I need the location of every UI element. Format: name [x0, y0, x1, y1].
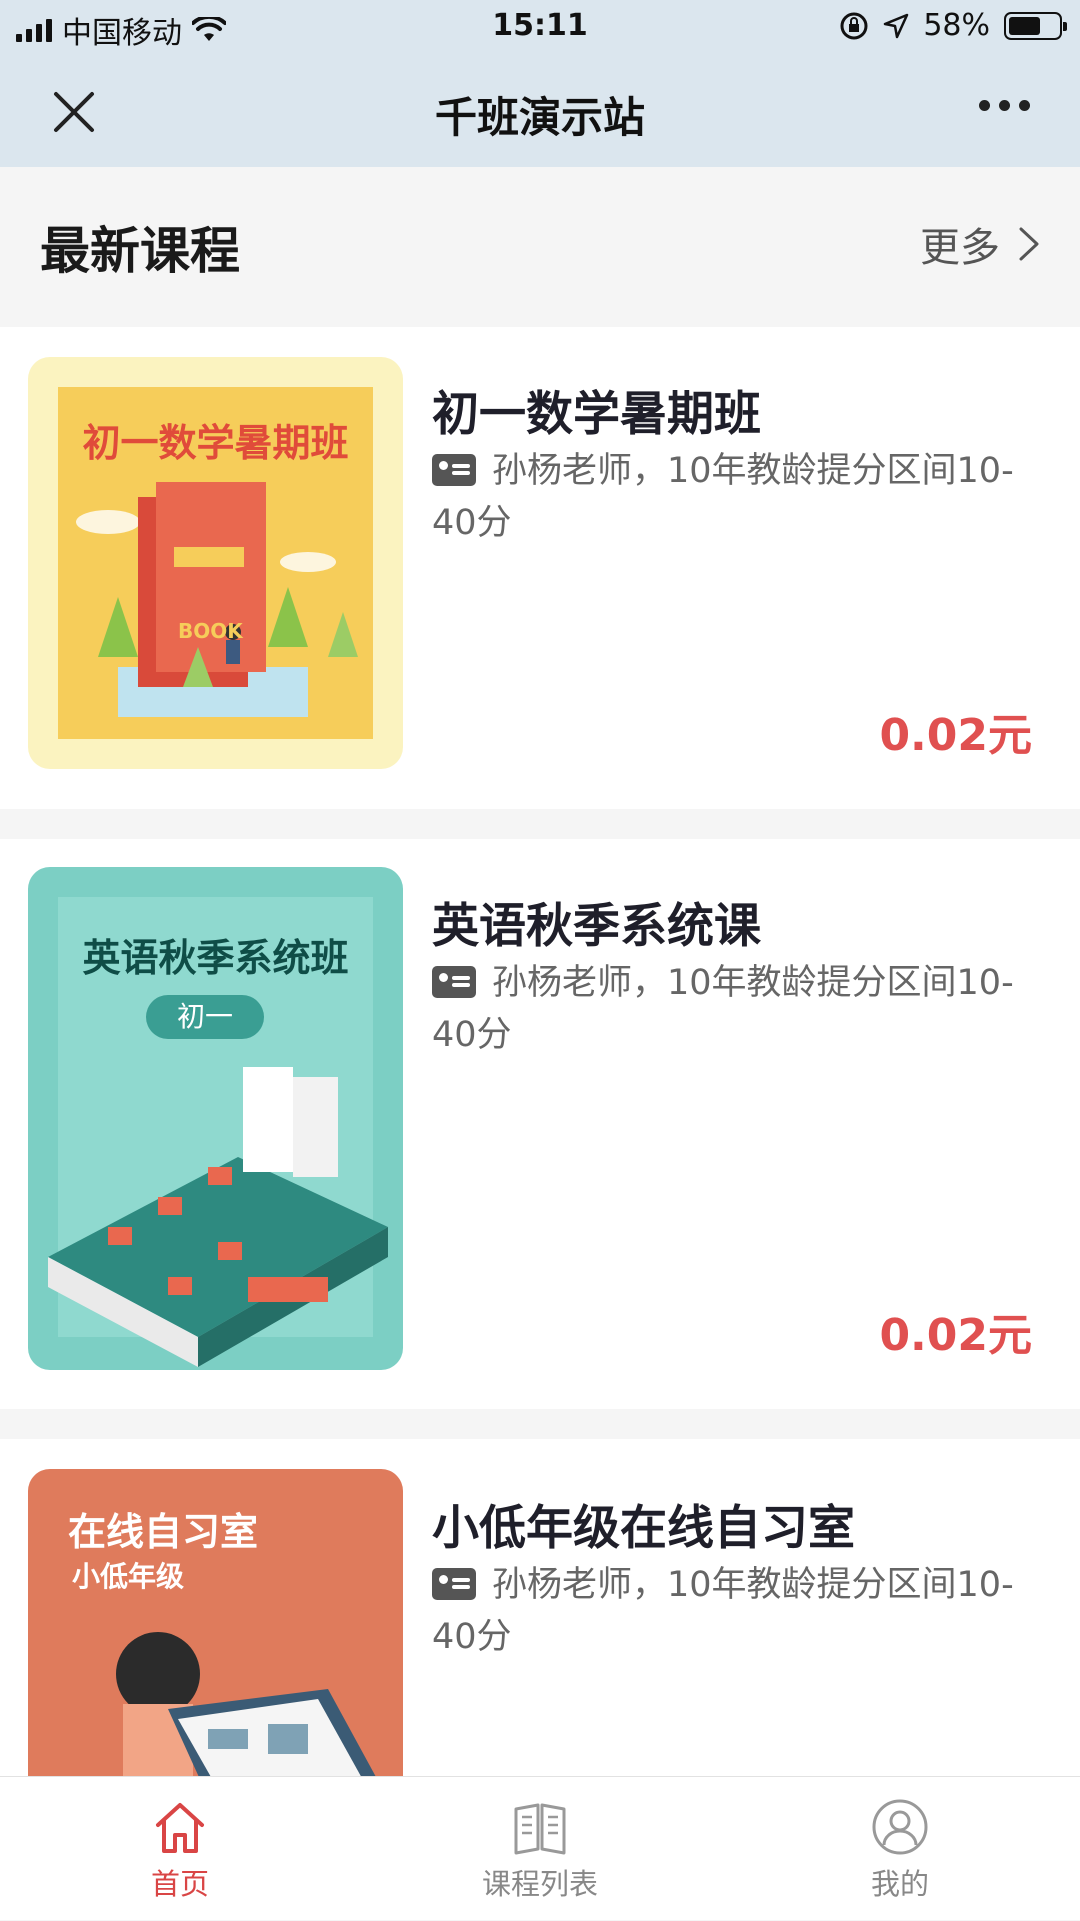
teacher-text: 孙杨老师，10年教龄提分区间10-40分 [432, 1565, 1014, 1657]
rotation-lock-icon [840, 12, 868, 39]
teacher-text: 孙杨老师，10年教龄提分区间10-40分 [432, 963, 1014, 1055]
tab-bar: 首页 课程列表 我的 [0, 1776, 1080, 1920]
course-teacher: 孙杨老师，10年教龄提分区间10-40分 [432, 445, 1042, 549]
teacher-icon [432, 454, 476, 486]
course-price: 0.02元 [879, 710, 1032, 761]
thumb-caption: 初一数学暑期班 [82, 421, 349, 465]
tab-home[interactable]: 首页 [0, 1777, 360, 1921]
teacher-icon [432, 966, 476, 998]
course-thumbnail: 初一数学暑期班 BOOK [28, 357, 403, 769]
course-price: 0.02元 [879, 1310, 1032, 1361]
battery-percent: 58% [923, 8, 990, 43]
nav-bar: 千班演示站 [0, 60, 1080, 167]
tab-mine[interactable]: 我的 [720, 1777, 1080, 1921]
course-title: 英语秋季系统课 [432, 899, 761, 954]
more-label: 更多 [920, 225, 1000, 271]
thumb-grade-badge: 初一 [146, 995, 264, 1039]
course-thumbnail: 英语秋季系统班 初一 [28, 867, 403, 1370]
tab-label: 我的 [870, 1867, 929, 1901]
thumb-book-label: BOOK [178, 619, 243, 643]
tab-label: 首页 [150, 1867, 209, 1901]
course-teacher: 孙杨老师，10年教龄提分区间10-40分 [432, 957, 1042, 1061]
teacher-icon [432, 1568, 476, 1600]
course-teacher: 孙杨老师，10年教龄提分区间10-40分 [432, 1559, 1042, 1663]
thumb-caption: 在线自习室 [68, 1510, 259, 1554]
location-arrow-icon [884, 13, 909, 38]
section-header: 最新课程 更多 [0, 167, 1080, 327]
tab-course-list[interactable]: 课程列表 [360, 1777, 720, 1921]
book-icon [514, 1803, 566, 1855]
course-card[interactable]: 英语秋季系统班 初一 英语秋季系统课 孙杨老师，10年教龄提分区间10-40分 … [0, 839, 1080, 1409]
home-icon [156, 1803, 204, 1853]
section-title: 最新课程 [40, 222, 240, 280]
top-bar: 中国移动 15:11 58% 千班演示站 [0, 0, 1080, 167]
battery-icon [1004, 11, 1067, 40]
user-icon [872, 1799, 928, 1855]
status-right: 58% [839, 8, 1067, 43]
more-link[interactable]: 更多 [920, 215, 1040, 273]
more-dots-icon[interactable] [979, 100, 1030, 111]
chevron-right-icon [1019, 227, 1039, 261]
tab-label: 课程列表 [481, 1867, 598, 1901]
course-card[interactable]: 初一数学暑期班 BOOK 初一数学暑期班 孙杨老师，10年教龄提分区间10-40… [0, 327, 1080, 809]
course-title: 初一数学暑期班 [432, 387, 761, 442]
course-title: 小低年级在线自习室 [432, 1501, 855, 1556]
thumb-caption: 英语秋季系统班 [82, 936, 349, 980]
thumb-sub-caption: 小低年级 [72, 1560, 185, 1593]
page-title: 千班演示站 [434, 93, 645, 142]
status-bar: 中国移动 15:11 58% [0, 0, 1080, 56]
teacher-text: 孙杨老师，10年教龄提分区间10-40分 [432, 451, 1014, 543]
